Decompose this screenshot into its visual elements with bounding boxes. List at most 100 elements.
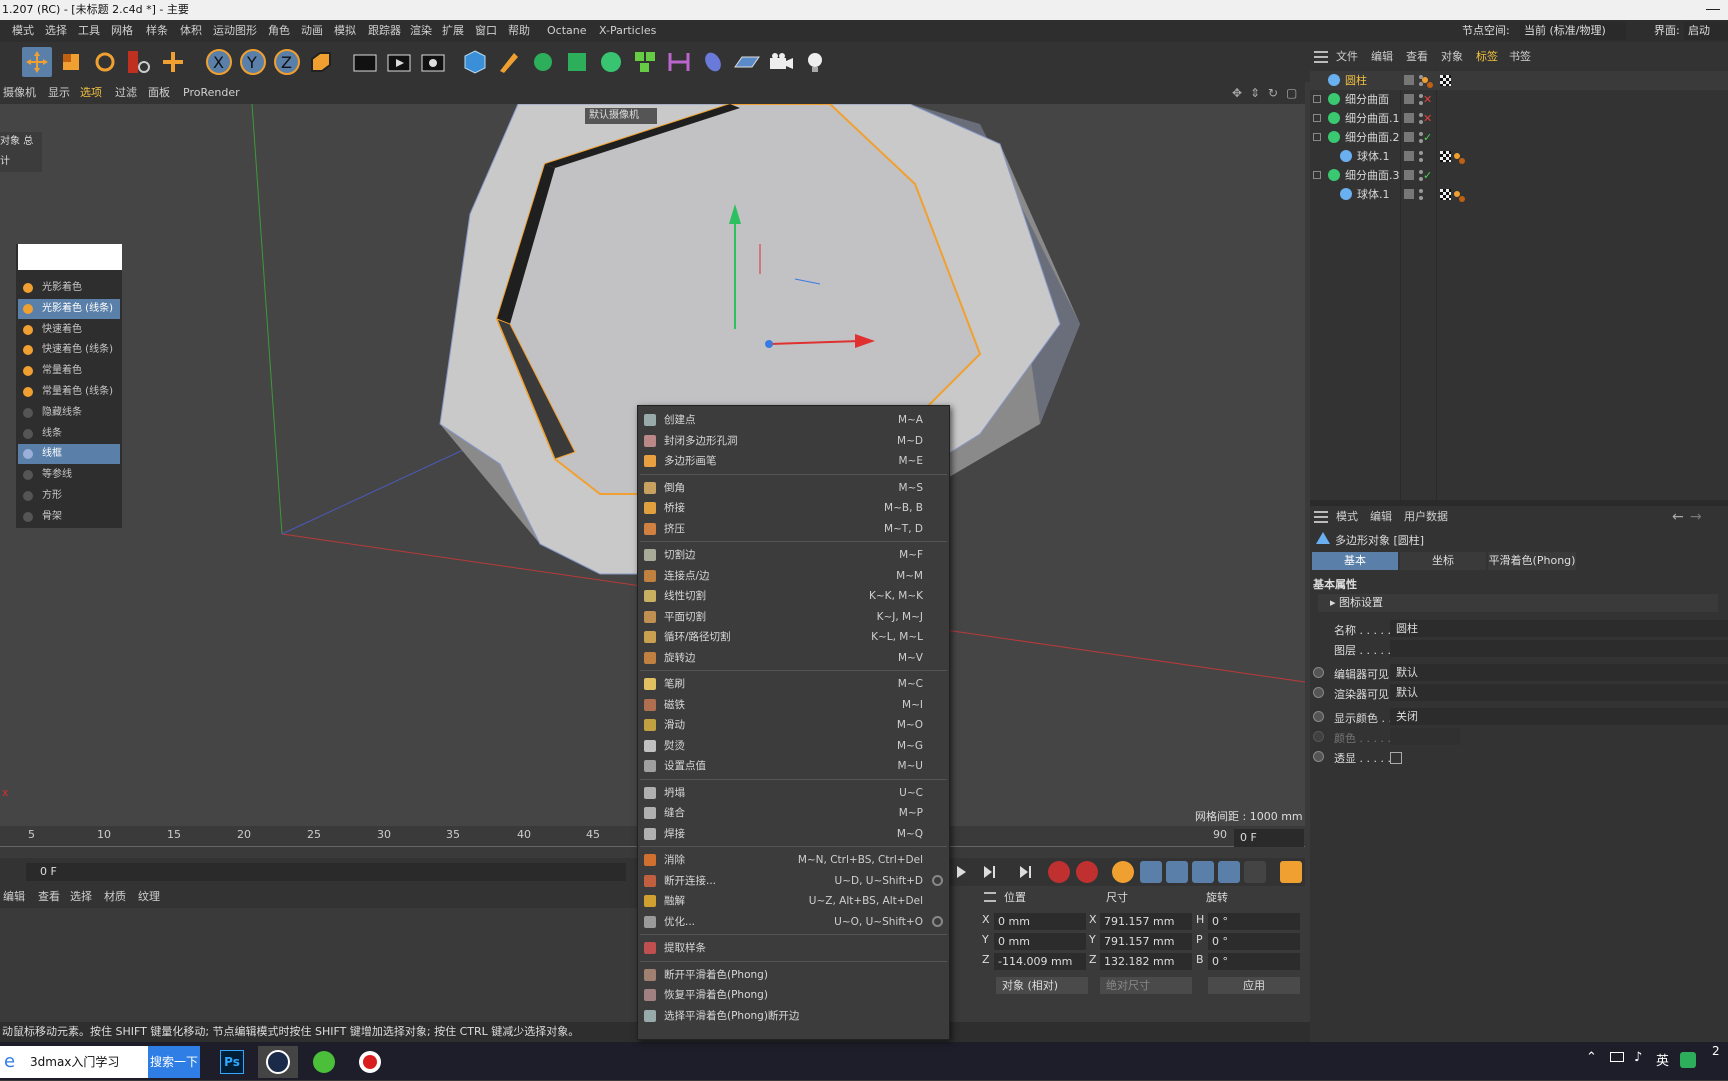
photoshop-app-icon[interactable]: Ps: [212, 1046, 252, 1078]
enabled-check-icon[interactable]: ✓: [1423, 128, 1432, 147]
attr-menu-item-2[interactable]: 用户数据: [1404, 506, 1448, 528]
shading-item-5[interactable]: 常量着色 (线条): [18, 382, 120, 402]
visibility-dots-icon[interactable]: [1418, 131, 1423, 143]
attr-field-value[interactable]: 关闭: [1390, 708, 1728, 725]
tray-ime-label[interactable]: 英: [1656, 1050, 1669, 1069]
menu-item-4[interactable]: 样条: [146, 20, 168, 42]
object-menu-item-3[interactable]: 对象: [1441, 46, 1463, 68]
apply-button[interactable]: 应用: [1208, 977, 1300, 994]
layout-select[interactable]: 启动: [1684, 22, 1728, 40]
material-area[interactable]: [0, 908, 640, 1030]
xray-checkbox[interactable]: [1390, 752, 1402, 764]
layer-checkbox-icon[interactable]: [1404, 151, 1414, 161]
move-tool-icon[interactable]: [22, 47, 52, 77]
light-icon[interactable]: [800, 47, 830, 77]
menu-item-16[interactable]: X-Particles: [599, 20, 656, 42]
menu-item-9[interactable]: 模拟: [334, 20, 356, 42]
object-menu-item-0[interactable]: 文件: [1336, 46, 1358, 68]
visibility-dots-icon[interactable]: [1418, 93, 1423, 105]
attr-menu-item-1[interactable]: 编辑: [1370, 506, 1392, 528]
layer-checkbox-icon[interactable]: [1404, 132, 1414, 142]
material-menu-item-2[interactable]: 选择: [70, 886, 92, 908]
floor-icon[interactable]: [732, 47, 762, 77]
browser-app-icon[interactable]: [304, 1046, 344, 1078]
object-menu-item-4[interactable]: 标签: [1476, 46, 1498, 68]
position-field[interactable]: 0 mm: [994, 913, 1086, 930]
position-field[interactable]: -114.009 mm: [994, 953, 1086, 970]
shading-item-9[interactable]: 等参线: [18, 465, 120, 485]
key-scale-icon[interactable]: [1166, 861, 1188, 883]
node-space-select[interactable]: 当前 (标准/物理): [1520, 22, 1626, 40]
object-row[interactable]: 细分曲面.2 ✓: [1310, 128, 1728, 147]
shading-item-6[interactable]: 隐藏线条: [18, 403, 120, 423]
object-row[interactable]: 球体.1: [1310, 185, 1728, 204]
back-arrow-icon[interactable]: ←: [1672, 506, 1684, 528]
context-menu-item[interactable]: 提取样条: [638, 938, 949, 958]
phong-tag-icon[interactable]: [1422, 75, 1433, 88]
layer-checkbox-icon[interactable]: [1404, 75, 1414, 85]
attr-tab-0[interactable]: 基本: [1312, 552, 1398, 570]
taskbar-search-button[interactable]: 搜索一下: [148, 1046, 200, 1078]
context-menu-item[interactable]: 选择平滑着色(Phong)断开边: [638, 1006, 949, 1026]
rotation-field[interactable]: 0 °: [1208, 913, 1300, 930]
layer-checkbox-icon[interactable]: [1404, 189, 1414, 199]
menu-item-6[interactable]: 运动图形: [213, 20, 257, 42]
enabled-check-icon[interactable]: ✓: [1423, 166, 1432, 185]
layer-checkbox-icon[interactable]: [1404, 170, 1414, 180]
coord-system-icon[interactable]: [306, 47, 336, 77]
visibility-dots-icon[interactable]: [1418, 112, 1423, 124]
object-menu-item-5[interactable]: 书签: [1509, 46, 1531, 68]
record-icon[interactable]: [1048, 861, 1070, 883]
tray-chevron-icon[interactable]: ⌃: [1586, 1050, 1597, 1065]
menu-item-15[interactable]: Octane: [547, 20, 587, 42]
subdivision-icon[interactable]: [528, 47, 558, 77]
context-menu-item[interactable]: 坍塌 U~C: [638, 783, 949, 803]
recorder-app-icon[interactable]: [350, 1046, 390, 1078]
material-menu-item-4[interactable]: 纹理: [138, 886, 160, 908]
context-menu-item[interactable]: 焊接 M~Q: [638, 824, 949, 844]
key-move-icon[interactable]: [1140, 861, 1162, 883]
attr-field-value[interactable]: 默认: [1390, 684, 1728, 701]
context-menu-item[interactable]: 消除 M~N, Ctrl+BS, Ctrl+Del: [638, 850, 949, 870]
rotate-view-icon[interactable]: ↻: [1268, 86, 1282, 100]
zoom-view-icon[interactable]: ⇕: [1250, 86, 1264, 100]
play-forward-icon[interactable]: [950, 861, 972, 883]
context-menu-item[interactable]: 设置点值 M~U: [638, 756, 949, 776]
object-row[interactable]: 细分曲面.1 ✕: [1310, 109, 1728, 128]
animate-radio-icon[interactable]: [1313, 731, 1324, 742]
shading-item-11[interactable]: 骨架: [18, 507, 120, 527]
forward-arrow-icon[interactable]: →: [1690, 506, 1702, 528]
context-menu-item[interactable]: 滑动 M~O: [638, 715, 949, 735]
material-tag-icon[interactable]: [1440, 75, 1451, 86]
toggle-view-icon[interactable]: ▢: [1286, 86, 1300, 100]
context-menu-item[interactable]: 线性切割 K~K, M~K: [638, 586, 949, 606]
hamburger-icon[interactable]: [1314, 51, 1328, 63]
render-settings-icon[interactable]: [418, 47, 448, 77]
material-menu-item-0[interactable]: 编辑: [3, 886, 25, 908]
object-row[interactable]: 球体.1: [1310, 147, 1728, 166]
camera-icon[interactable]: [766, 47, 796, 77]
tray-volume-icon[interactable]: ♪: [1634, 1050, 1642, 1065]
shading-item-2[interactable]: 快速着色: [18, 320, 120, 340]
menu-item-7[interactable]: 角色: [268, 20, 290, 42]
key-rotate-icon[interactable]: [1192, 861, 1214, 883]
context-menu-item[interactable]: 笔刷 M~C: [638, 674, 949, 694]
expand-toggle-icon[interactable]: [1313, 133, 1321, 141]
shading-item-4[interactable]: 常量着色: [18, 361, 120, 381]
context-menu-item[interactable]: 创建点 M~A: [638, 410, 949, 430]
render-view-icon[interactable]: [350, 47, 380, 77]
animate-radio-icon[interactable]: [1313, 667, 1324, 678]
viewport-menu-item-2[interactable]: 选项: [80, 82, 102, 104]
menu-item-12[interactable]: 扩展: [442, 20, 464, 42]
viewport-menu-item-1[interactable]: 显示: [48, 82, 70, 104]
animate-radio-icon[interactable]: [1313, 687, 1324, 698]
context-menu-item[interactable]: 桥接 M~B, B: [638, 498, 949, 518]
menu-item-8[interactable]: 动画: [301, 20, 323, 42]
visibility-dots-icon[interactable]: [1418, 150, 1423, 162]
layer-checkbox-icon[interactable]: [1404, 113, 1414, 123]
context-menu-item[interactable]: 平面切割 K~J, M~J: [638, 607, 949, 627]
object-menu-item-1[interactable]: 编辑: [1371, 46, 1393, 68]
auto-key-icon[interactable]: [1076, 861, 1098, 883]
size-field[interactable]: 132.182 mm: [1100, 953, 1192, 970]
rotation-field[interactable]: 0 °: [1208, 933, 1300, 950]
